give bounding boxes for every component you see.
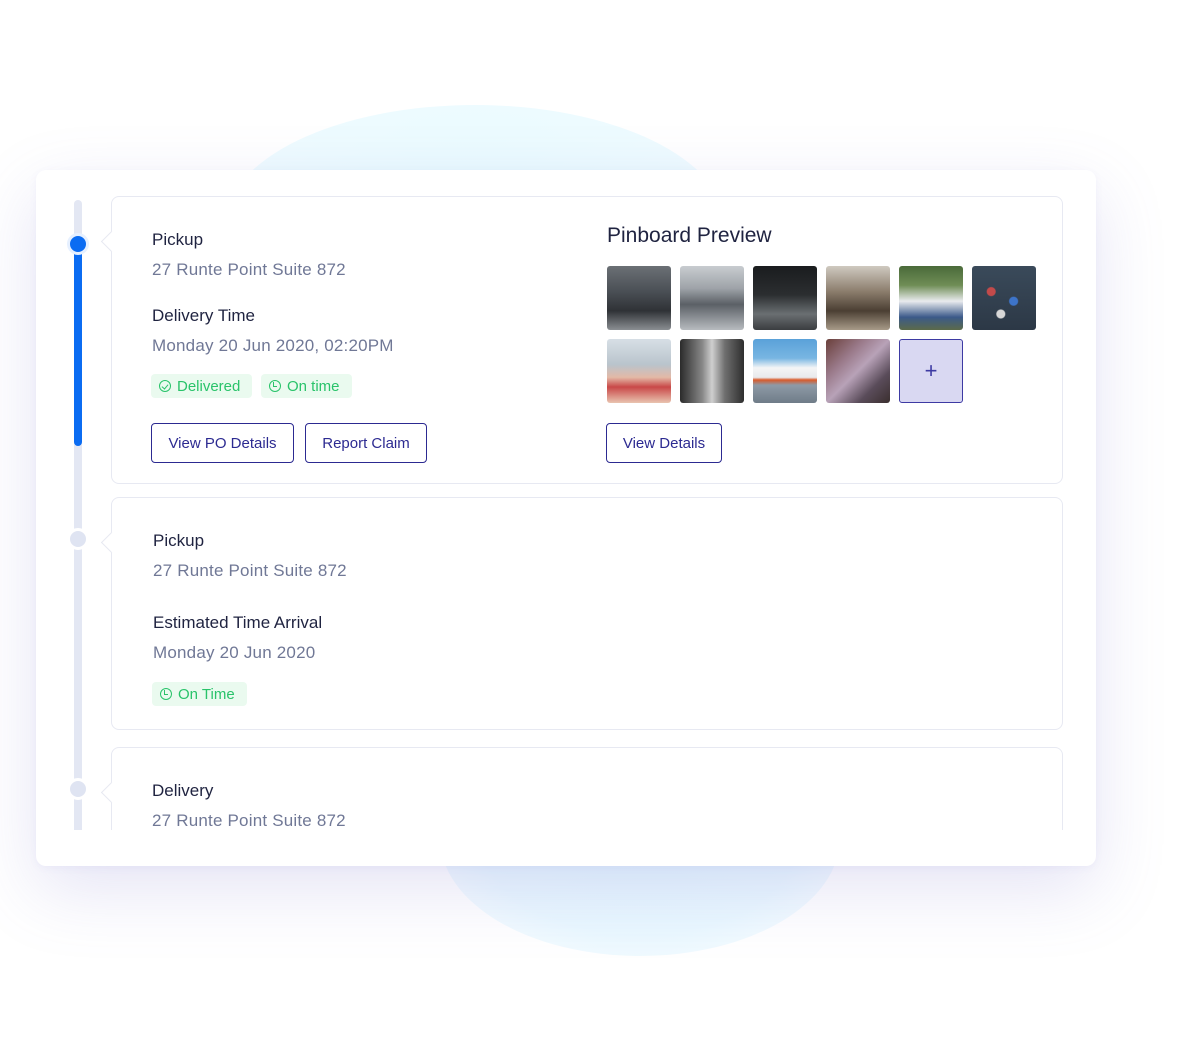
status-badge-label: On Time <box>178 685 235 703</box>
pinboard-photo-toy-bus[interactable] <box>607 339 671 403</box>
pinboard-photo-vintage-car[interactable] <box>680 266 744 330</box>
plus-icon: + <box>924 358 938 383</box>
timeline-card-delivery: Delivery 27 Runte Point Suite 872 <box>111 747 1063 830</box>
timeline-progress <box>74 234 82 446</box>
delivery-label: Delivery <box>152 781 214 800</box>
pinboard-photo-graffiti-van[interactable] <box>826 339 890 403</box>
timeline-card-pickup: Pickup 27 Runte Point Suite 872 Delivery… <box>111 196 1063 484</box>
view-details-button[interactable]: View Details <box>606 423 722 463</box>
shipment-timeline-panel: Pickup 27 Runte Point Suite 872 Delivery… <box>36 170 1096 866</box>
add-photo-button[interactable]: + <box>899 339 963 403</box>
pinboard-title: Pinboard Preview <box>607 224 772 247</box>
pinboard-photo-street[interactable] <box>607 266 671 330</box>
timeline-node <box>67 528 89 550</box>
eta-label: Estimated Time Arrival <box>153 613 323 632</box>
pinboard-grid: + <box>607 266 1036 403</box>
status-badge-label: Delivered <box>177 377 241 395</box>
timeline-node-active <box>67 233 89 255</box>
status-badge-on-time: On time <box>261 374 352 398</box>
pickup-label: Pickup <box>152 230 204 249</box>
status-badge-delivered: Delivered <box>151 374 253 398</box>
pinboard-photo-parking-lot[interactable] <box>972 266 1036 330</box>
clock-icon <box>160 688 172 700</box>
timeline-node <box>67 778 89 800</box>
delivery-time-label: Delivery Time <box>152 306 255 325</box>
report-claim-button[interactable]: Report Claim <box>305 423 427 463</box>
clock-icon <box>269 380 281 392</box>
check-circle-icon <box>159 380 171 392</box>
status-badge-label: On time <box>287 377 340 395</box>
pickup-address: 27 Runte Point Suite 872 <box>153 561 347 580</box>
delivery-time-value: Monday 20 Jun 2020, 02:20PM <box>152 336 394 355</box>
delivery-address: 27 Runte Point Suite 872 <box>152 811 346 830</box>
timeline-card-eta: Pickup 27 Runte Point Suite 872 Estimate… <box>111 497 1063 730</box>
pinboard-photo-van[interactable] <box>899 266 963 330</box>
eta-value: Monday 20 Jun 2020 <box>153 643 316 662</box>
pinboard-photo-bridge[interactable] <box>753 266 817 330</box>
view-po-details-button[interactable]: View PO Details <box>151 423 294 463</box>
pickup-label: Pickup <box>153 531 205 550</box>
timeline-scroll-area[interactable]: Pickup 27 Runte Point Suite 872 Delivery… <box>36 170 1096 830</box>
pinboard-photo-city-street[interactable] <box>680 339 744 403</box>
pickup-address: 27 Runte Point Suite 872 <box>152 260 346 279</box>
pinboard-photo-cart[interactable] <box>826 266 890 330</box>
status-badge-on-time: On Time <box>152 682 247 706</box>
pinboard-photo-warehouse[interactable] <box>753 339 817 403</box>
